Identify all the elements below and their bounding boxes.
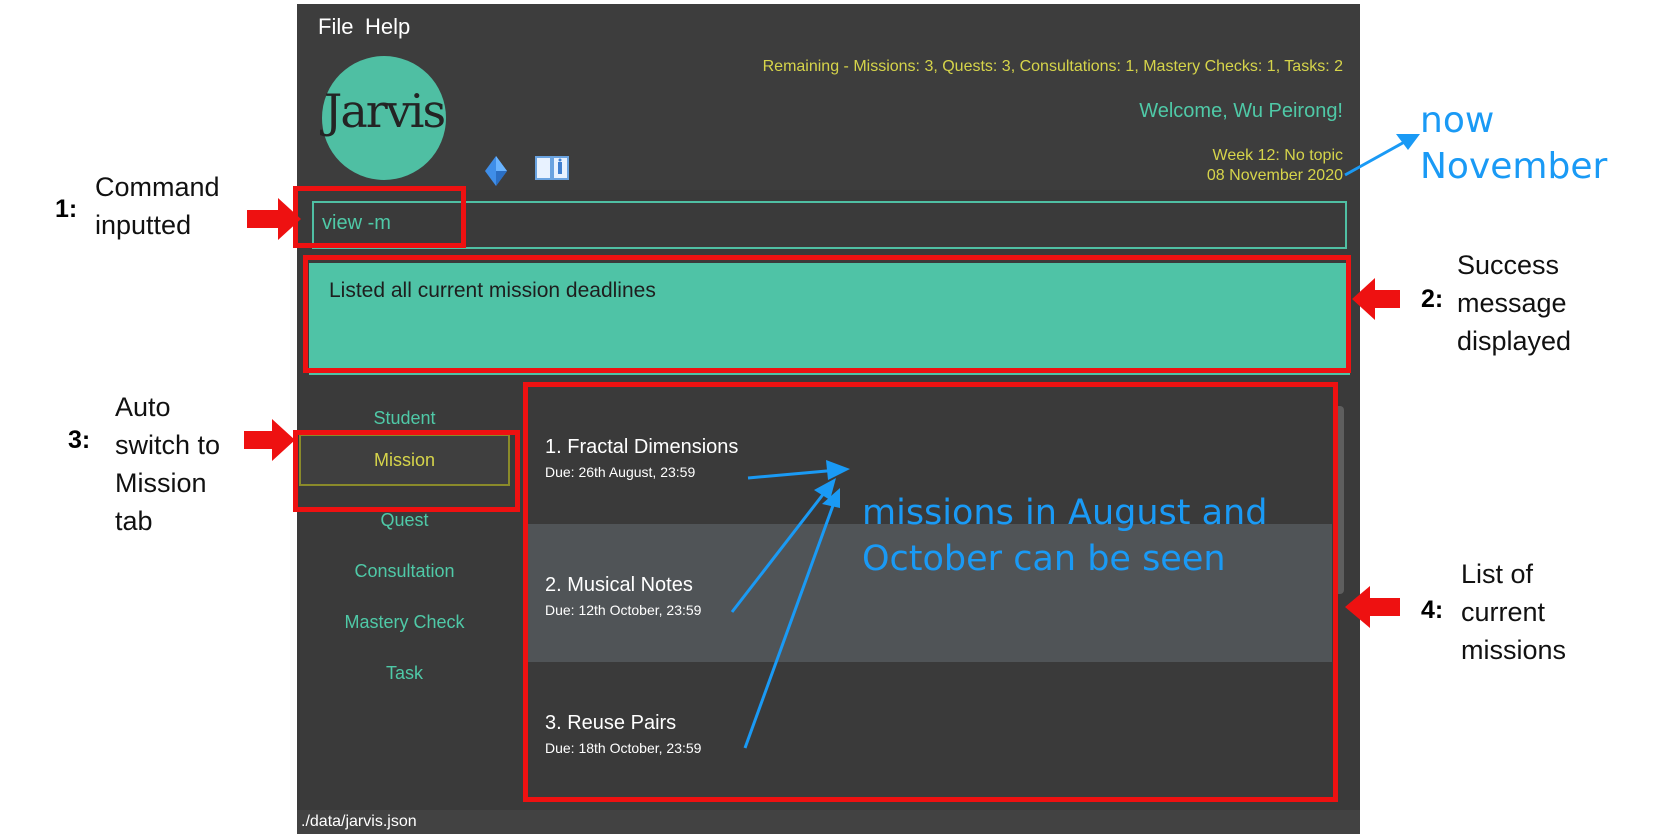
annotation-number-1: 1: <box>55 195 78 223</box>
annotation-text-4: List of current missions <box>1461 555 1566 669</box>
note-line: missions in August and <box>862 493 1268 533</box>
note-line: now <box>1420 100 1495 141</box>
annotation-number-4: 4: <box>1421 596 1444 624</box>
annotation-line: Success <box>1457 250 1560 280</box>
annotation-line: Auto <box>115 392 171 422</box>
annotation-number-3: 3: <box>68 426 91 454</box>
blue-arrow-icons <box>730 134 1420 749</box>
note-line: October can be seen <box>862 539 1226 579</box>
annotation-line: Command <box>95 172 220 202</box>
annotation-text-2: Success message displayed <box>1457 246 1571 360</box>
annotation-line: message <box>1457 288 1567 318</box>
arrow-4-icon <box>1345 586 1400 628</box>
arrow-now-line <box>1344 138 1409 177</box>
annotation-line: switch to <box>115 430 221 460</box>
note-now-november: now November <box>1420 98 1607 190</box>
arrow-m2-line <box>730 487 830 613</box>
arrow-m1-head <box>826 460 850 480</box>
annotation-line: inputted <box>95 210 192 240</box>
annotation-text-3: Auto switch to Mission tab <box>115 388 220 540</box>
annotation-arrows <box>244 134 1420 749</box>
note-line: November <box>1420 146 1608 187</box>
arrow-3-icon <box>244 419 295 461</box>
annotation-line: current <box>1461 597 1546 627</box>
annotation-number-2: 2: <box>1421 285 1444 313</box>
arrow-now-head <box>1396 134 1420 150</box>
annotation-line: displayed <box>1457 326 1572 356</box>
annotation-line: missions <box>1461 635 1567 665</box>
annotation-line: tab <box>115 506 153 536</box>
annotation-line: List of <box>1461 559 1534 589</box>
arrow-2-icon <box>1352 278 1400 320</box>
arrow-m1-line <box>747 468 839 480</box>
annotation-text-1: Command inputted <box>95 168 220 244</box>
arrow-1-icon <box>247 198 301 240</box>
annotation-line: Mission <box>115 468 207 498</box>
note-missions-visible: missions in August and October can be se… <box>862 490 1267 582</box>
